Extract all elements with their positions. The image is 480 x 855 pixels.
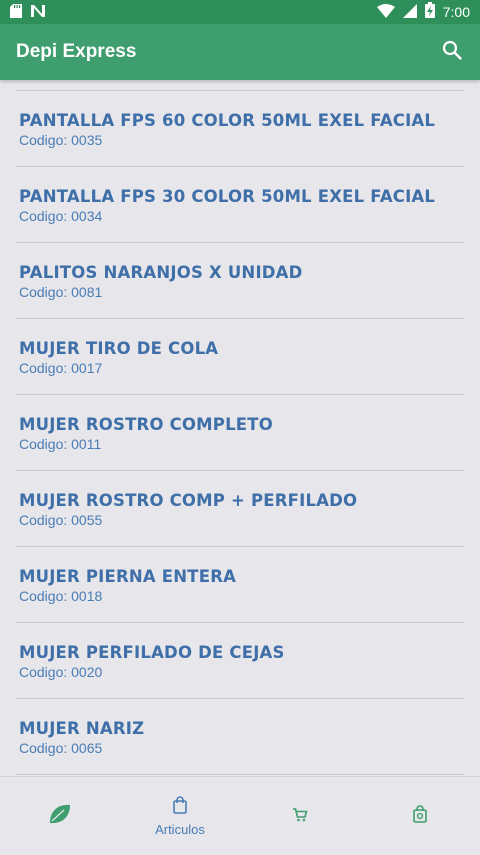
list-item[interactable]: MUJER PIERNA ENTERA Codigo: 0018 bbox=[16, 547, 464, 623]
leaf-icon bbox=[48, 803, 72, 829]
nav-item-home[interactable] bbox=[0, 777, 120, 855]
item-name: PANTALLA FPS 60 COLOR 50ML EXEL FACIAL bbox=[19, 111, 436, 130]
item-code: Codigo: 0011 bbox=[19, 436, 102, 452]
search-icon bbox=[442, 40, 462, 64]
nav-item-cart[interactable] bbox=[240, 777, 360, 855]
nav-label-articulos: Articulos bbox=[155, 821, 205, 837]
shopping-bag-icon bbox=[172, 795, 188, 818]
nav-item-articulos[interactable]: Articulos bbox=[120, 777, 240, 855]
item-name: MUJER TIRO DE COLA bbox=[19, 339, 219, 358]
list-item[interactable]: PALITOS NARANJOS X UNIDAD Codigo: 0081 bbox=[16, 243, 464, 319]
item-name: MUJER ROSTRO COMP + PERFILADO bbox=[19, 491, 358, 510]
cart-icon bbox=[292, 807, 308, 826]
list-item[interactable]: MUJER TIRO DE COLA Codigo: 0017 bbox=[16, 319, 464, 395]
item-code: Codigo: 0017 bbox=[19, 360, 103, 376]
list-item[interactable]: MUJER ROSTRO COMP + PERFILADO Codigo: 00… bbox=[16, 471, 464, 547]
item-code: Codigo: 0018 bbox=[19, 588, 103, 604]
item-name: MUJER NARIZ bbox=[19, 719, 145, 738]
wifi-icon bbox=[376, 3, 395, 22]
list-item[interactable]: PANTALLA FPS 30 COLOR 50ML EXEL FACIAL C… bbox=[16, 167, 464, 243]
nav-item-orders[interactable] bbox=[360, 777, 480, 855]
battery-charging-icon bbox=[424, 2, 435, 22]
item-code: Codigo: 0020 bbox=[19, 664, 103, 680]
item-name: MUJER PERFILADO DE CEJAS bbox=[19, 643, 285, 662]
product-list[interactable]: PANTALLA FPS 60 COLOR 50ML EXEL FACIAL C… bbox=[16, 90, 464, 776]
item-code: Codigo: 0034 bbox=[19, 208, 103, 224]
list-item[interactable]: MUJER NARIZ Codigo: 0065 bbox=[16, 699, 464, 775]
item-name: PALITOS NARANJOS X UNIDAD bbox=[19, 263, 303, 282]
item-code: Codigo: 0081 bbox=[19, 284, 103, 300]
status-bar: 7:00 bbox=[0, 0, 480, 24]
n-notification-icon bbox=[30, 3, 46, 22]
status-time: 7:00 bbox=[442, 4, 470, 20]
item-code: Codigo: 0055 bbox=[19, 512, 103, 528]
status-left-icons bbox=[10, 3, 46, 22]
item-name: PANTALLA FPS 30 COLOR 50ML EXEL FACIAL bbox=[19, 187, 436, 206]
signal-icon bbox=[402, 3, 417, 22]
app-title: Depi Express bbox=[16, 41, 137, 62]
bottom-navigation: Articulos bbox=[0, 776, 480, 855]
item-name: MUJER ROSTRO COMPLETO bbox=[19, 415, 273, 434]
list-item[interactable]: PANTALLA FPS 60 COLOR 50ML EXEL FACIAL C… bbox=[16, 91, 464, 167]
item-name: MUJER PIERNA ENTERA bbox=[19, 567, 237, 586]
status-right-icons: 7:00 bbox=[376, 2, 470, 22]
item-code: Codigo: 0065 bbox=[19, 740, 103, 756]
search-button[interactable] bbox=[440, 40, 464, 64]
sd-card-icon bbox=[10, 3, 22, 22]
app-bar: Depi Express bbox=[0, 24, 480, 80]
list-item[interactable]: MUJER PERFILADO DE CEJAS Codigo: 0020 bbox=[16, 623, 464, 699]
item-code: Codigo: 0035 bbox=[19, 132, 103, 148]
list-item[interactable]: MUJER ROSTRO COMPLETO Codigo: 0011 bbox=[16, 395, 464, 471]
bag-check-icon bbox=[412, 805, 428, 827]
